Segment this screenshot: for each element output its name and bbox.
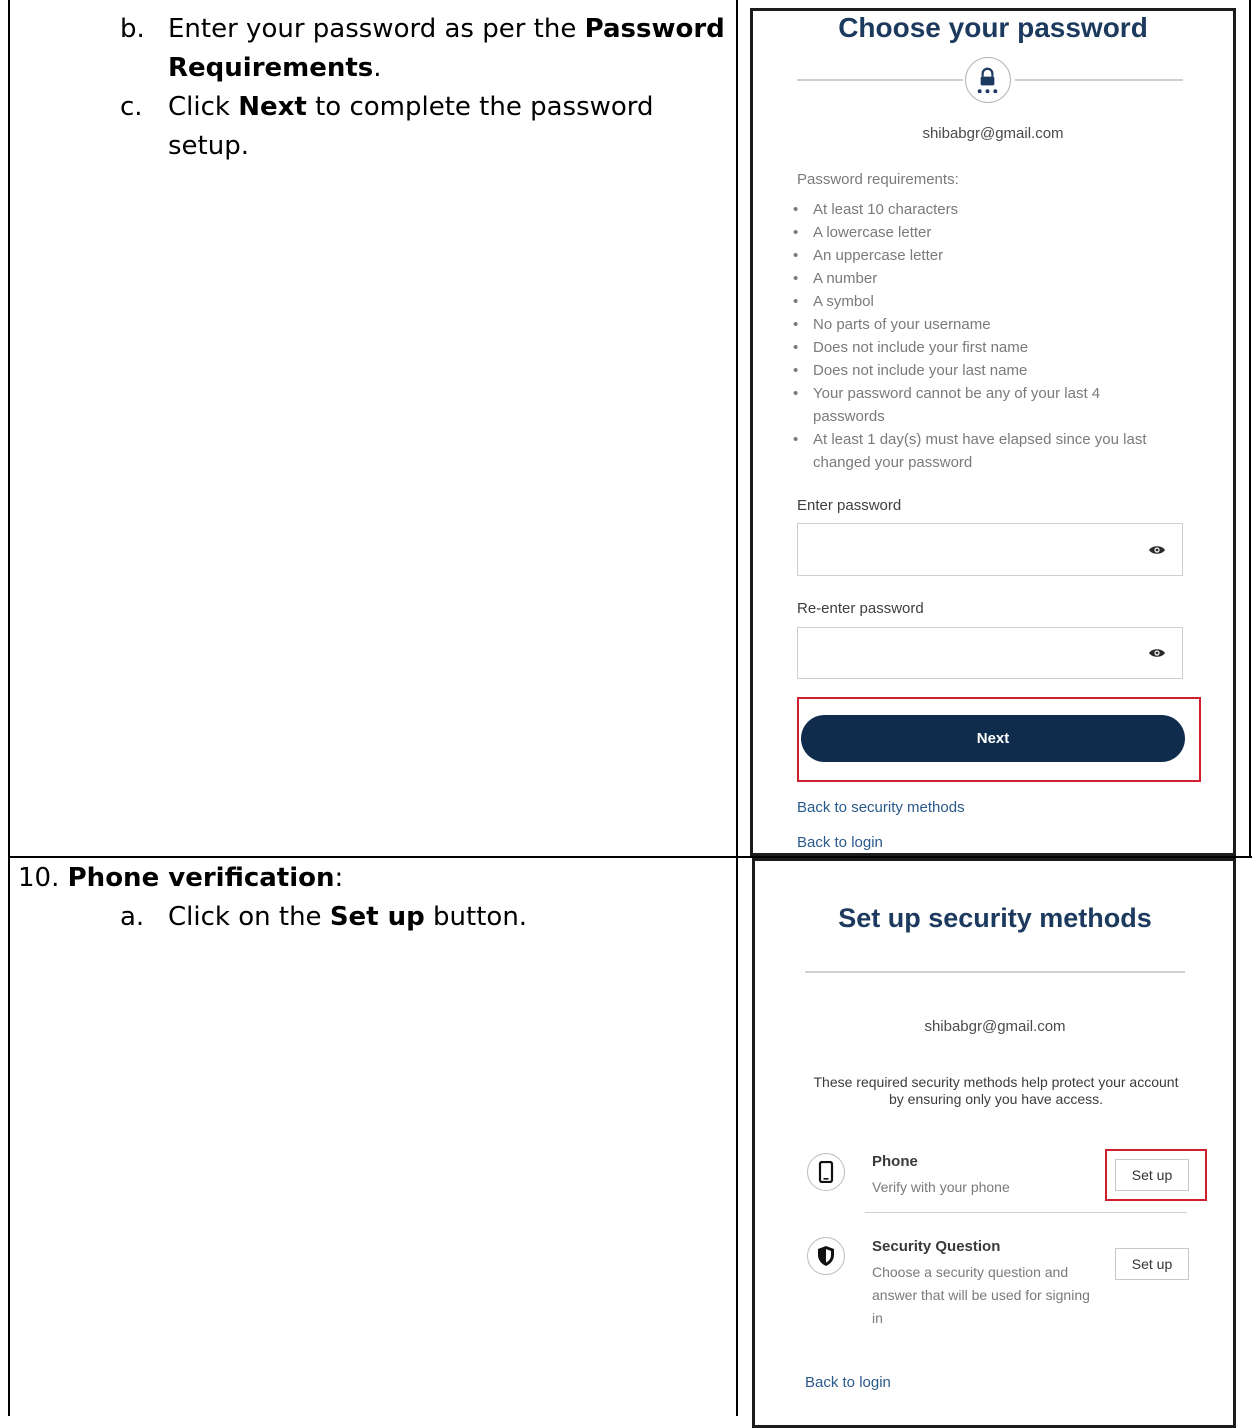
back-to-login-link[interactable]: Back to login: [805, 1374, 891, 1391]
method-divider: [865, 1212, 1187, 1213]
reenter-password-input[interactable]: [797, 627, 1183, 679]
requirement-item: No parts of your username: [793, 313, 1173, 336]
security-description: These required security methods help pro…: [813, 1074, 1179, 1107]
phone-icon: [818, 1161, 834, 1183]
table-border-right: [1249, 0, 1251, 856]
requirements-heading: Password requirements:: [797, 171, 959, 188]
lock-icon: [965, 57, 1011, 103]
security-question-method-icon: [807, 1237, 845, 1275]
eye-icon[interactable]: [1148, 647, 1166, 659]
requirement-item: Does not include your last name: [793, 359, 1173, 382]
next-button[interactable]: Next: [801, 715, 1185, 762]
step-b-bold-requirements: Requirements: [168, 53, 374, 83]
phone-method-desc: Verify with your phone: [872, 1179, 1010, 1195]
step-10a: a. Click on the Set up button.: [120, 898, 720, 938]
phone-method-icon: [807, 1153, 845, 1191]
eye-icon[interactable]: [1148, 544, 1166, 556]
phone-method-name: Phone: [872, 1153, 918, 1170]
requirement-item: At least 10 characters: [793, 198, 1173, 221]
password-email: shibabgr@gmail.com: [922, 125, 1064, 142]
requirement-item: A number: [793, 267, 1173, 290]
step-c-text-post: to complete the password: [306, 92, 654, 122]
table-border-left: [8, 0, 10, 1416]
step-b-text: Enter your password as per the: [168, 14, 585, 44]
security-methods-screenshot: Set up security methods shibabgr@gmail.c…: [752, 858, 1236, 1428]
security-question-method-desc: Choose a security question and answer th…: [872, 1264, 1090, 1326]
step-10a-post: button.: [424, 902, 528, 932]
step-b: b. Enter your password as per the Passwo…: [120, 10, 730, 90]
security-email: shibabgr@gmail.com: [924, 1018, 1066, 1035]
enter-password-label: Enter password: [797, 497, 902, 514]
step-c: c. Click Next to complete the password s…: [120, 88, 730, 168]
shield-icon: [818, 1246, 834, 1266]
requirement-item: Does not include your first name: [793, 336, 1173, 359]
title-separator-left: [797, 79, 963, 81]
step-c-letter: c.: [120, 92, 143, 122]
back-to-login-link[interactable]: Back to login: [797, 834, 883, 851]
step-b-period: .: [373, 53, 382, 83]
password-title: Choose your password: [838, 12, 1148, 43]
step-10-number: 10.: [18, 863, 68, 893]
phone-setup-button[interactable]: Set up: [1115, 1159, 1189, 1191]
step-b-letter: b.: [120, 14, 145, 44]
step-10a-bold: Set up: [329, 902, 425, 932]
reenter-password-label: Re-enter password: [797, 600, 924, 617]
step-10-heading: 10. Phone verification:: [18, 859, 343, 898]
requirement-item: An uppercase letter: [793, 244, 1173, 267]
step-10a-text: Click on the: [168, 902, 330, 932]
table-border-middle: [736, 0, 738, 1416]
step-c-line2: setup.: [168, 131, 249, 161]
requirement-item: Your password cannot be any of your last…: [793, 382, 1153, 428]
step-c-text: Click: [168, 92, 239, 122]
step-10-colon: :: [334, 863, 344, 893]
step-10a-letter: a.: [120, 902, 145, 932]
step-c-bold-next: Next: [238, 92, 307, 122]
requirement-item: A symbol: [793, 290, 1173, 313]
step-b-bold-password: Password: [584, 14, 725, 44]
title-separator-right: [1015, 79, 1183, 81]
requirement-item: A lowercase letter: [793, 221, 1173, 244]
requirements-list: At least 10 characters A lowercase lette…: [793, 198, 1173, 474]
back-to-security-methods-link[interactable]: Back to security methods: [797, 799, 965, 816]
title-separator: [805, 971, 1185, 973]
password-screenshot: Choose your password shibabgr@gmail.com …: [750, 8, 1236, 856]
enter-password-input[interactable]: [797, 523, 1183, 576]
security-question-setup-button[interactable]: Set up: [1115, 1248, 1189, 1280]
step-10-bold: Phone verification: [67, 863, 335, 893]
requirement-item: At least 1 day(s) must have elapsed sinc…: [793, 428, 1153, 474]
security-title: Set up security methods: [838, 903, 1152, 933]
security-question-method-name: Security Question: [872, 1238, 1001, 1255]
